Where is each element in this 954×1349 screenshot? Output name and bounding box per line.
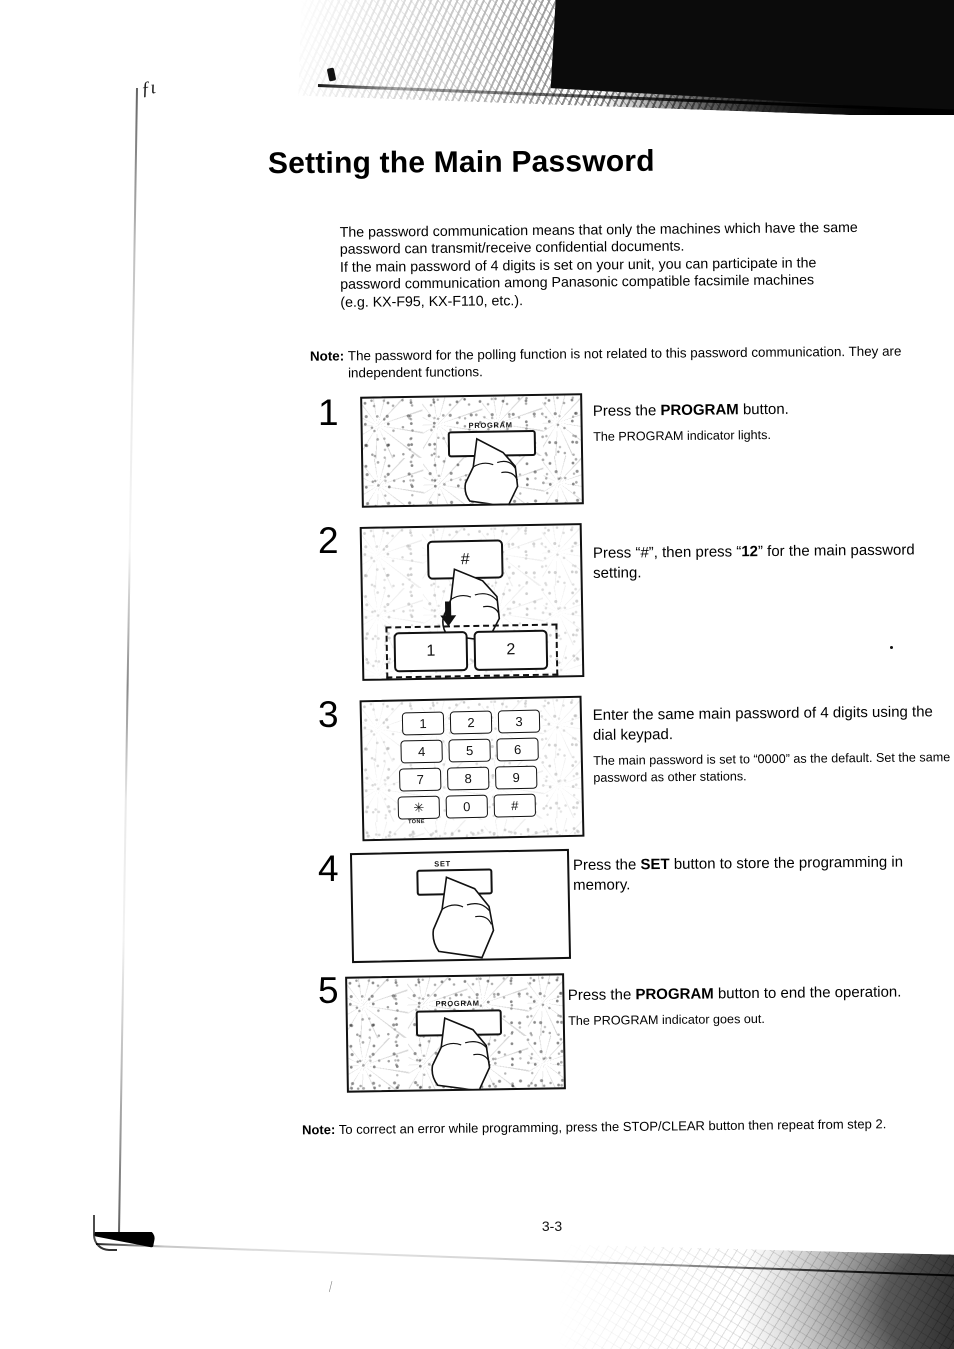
keypad-key[interactable]: 8 xyxy=(446,766,490,791)
step-4: 4 SET Press the SET button to store the … xyxy=(318,848,938,968)
step-2: 2 # 1 2 Press “#”, then press “12” for t… xyxy=(318,520,938,681)
step-3-text: Enter the same main password of 4 digits… xyxy=(593,702,954,786)
step-1-illustration: PROGRAM xyxy=(360,393,584,508)
note-top: Note: The password for the polling funct… xyxy=(310,342,930,381)
step-2-text: Press “#”, then press “12” for the main … xyxy=(593,540,943,584)
keypad-key-asterisk[interactable]: ✳ xyxy=(397,795,441,820)
set-button-label: SET xyxy=(434,859,451,869)
keypad-key[interactable]: 7 xyxy=(398,767,442,792)
step-1-text-bold: PROGRAM xyxy=(660,401,739,420)
step-4-text-bold: SET xyxy=(640,855,670,874)
document-content: Setting the Main Password The password c… xyxy=(0,0,954,1349)
step-5: 5 PROGRAM Press the PROGRAM button to en… xyxy=(318,970,938,1100)
key-2[interactable]: 2 xyxy=(473,629,549,671)
step-5-text-pre: Press the xyxy=(567,986,636,1004)
step-5-illustration: PROGRAM xyxy=(345,973,566,1093)
step-4-text-pre: Press the xyxy=(572,856,641,874)
scan-dot xyxy=(890,646,893,649)
step-number: 1 xyxy=(318,392,339,433)
keypad-key[interactable]: 5 xyxy=(448,738,491,763)
step-5-text-bold: PROGRAM xyxy=(635,985,714,1004)
program-button-label: PROGRAM xyxy=(435,998,480,1009)
step-number: 4 xyxy=(318,848,339,889)
note-top-label: Note: xyxy=(309,348,345,364)
hand-pointing-icon xyxy=(432,876,495,959)
step-1-text: Press the PROGRAM button. The PROGRAM in… xyxy=(593,398,943,445)
intro-paragraph: The password communication means that on… xyxy=(340,219,941,312)
note-top-text: The password for the polling function is… xyxy=(347,343,902,381)
keypad-key[interactable]: 3 xyxy=(497,709,541,734)
step-1-subtext: The PROGRAM indicator lights. xyxy=(593,427,771,444)
step-2-text-pre: Press “#”, then press “ xyxy=(592,543,742,562)
step-3: 3 1 2 3 4 5 6 7 8 9 ✳ 0 # TONE Enter the… xyxy=(318,694,950,844)
program-button-label: PROGRAM xyxy=(468,420,513,431)
step-5-text-post: button to end the operation. xyxy=(713,983,902,1003)
step-3-illustration: 1 2 3 4 5 6 7 8 9 ✳ 0 # TONE xyxy=(359,695,585,842)
keypad-key[interactable]: 6 xyxy=(496,737,539,762)
step-2-text-bold: 12 xyxy=(741,543,759,561)
keypad-key[interactable]: 4 xyxy=(400,739,443,764)
hand-pointing-icon xyxy=(464,437,519,508)
page-number-value: 3-3 xyxy=(541,1218,563,1234)
step-1: 1 PROGRAM Press the PROGRAM button. The … xyxy=(318,392,938,512)
step-number: 5 xyxy=(318,970,339,1011)
step-number: 2 xyxy=(318,520,339,561)
step-5-text: Press the PROGRAM button to end the oper… xyxy=(568,982,943,1029)
hand-pointing-icon xyxy=(431,1017,491,1092)
key-1[interactable]: 1 xyxy=(393,631,469,673)
step-1-text-pre: Press the xyxy=(592,402,661,420)
step-3-text-pre: Enter the same main password of 4 digits… xyxy=(592,703,933,744)
step-2-illustration: # 1 2 xyxy=(359,523,585,681)
step-1-text-post: button. xyxy=(738,400,789,419)
page-title: Setting the Main Password xyxy=(267,144,655,181)
step-number: 3 xyxy=(318,694,339,735)
step-4-illustration: SET xyxy=(349,848,572,964)
scanned-page: ƒι Setting the Main Password The passwor… xyxy=(0,0,954,1349)
keypad-key[interactable]: 9 xyxy=(494,765,538,790)
note-bottom-label: Note: xyxy=(301,1122,336,1138)
keypad-key[interactable]: 2 xyxy=(449,710,493,735)
step-3-subtext: The main password is set to “0000” as th… xyxy=(593,750,951,785)
page-number: 3-3 xyxy=(0,1218,954,1234)
step-4-text: Press the SET button to store the progra… xyxy=(573,852,943,896)
keypad-key-hash[interactable]: # xyxy=(493,793,537,818)
note-bottom-text: To correct an error while programming, p… xyxy=(338,1116,887,1137)
keypad-key[interactable]: 1 xyxy=(401,711,445,736)
arrow-down-icon xyxy=(440,601,457,627)
tone-label: TONE xyxy=(408,818,425,826)
note-bottom: Note: To correct an error while programm… xyxy=(302,1115,942,1139)
keypad-key[interactable]: 0 xyxy=(445,794,489,819)
step-5-subtext: The PROGRAM indicator goes out. xyxy=(568,1011,765,1028)
